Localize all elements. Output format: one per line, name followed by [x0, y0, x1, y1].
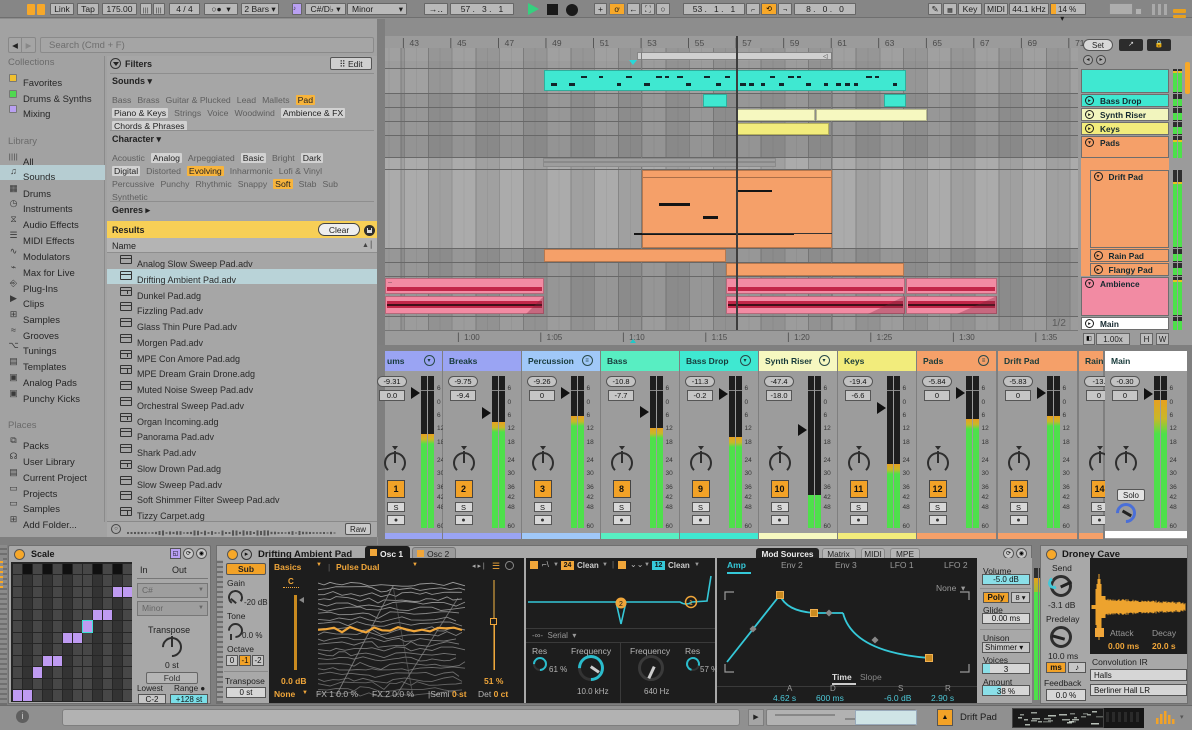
svg-text:2: 2: [619, 601, 623, 608]
svg-text:1: 1: [689, 600, 693, 607]
